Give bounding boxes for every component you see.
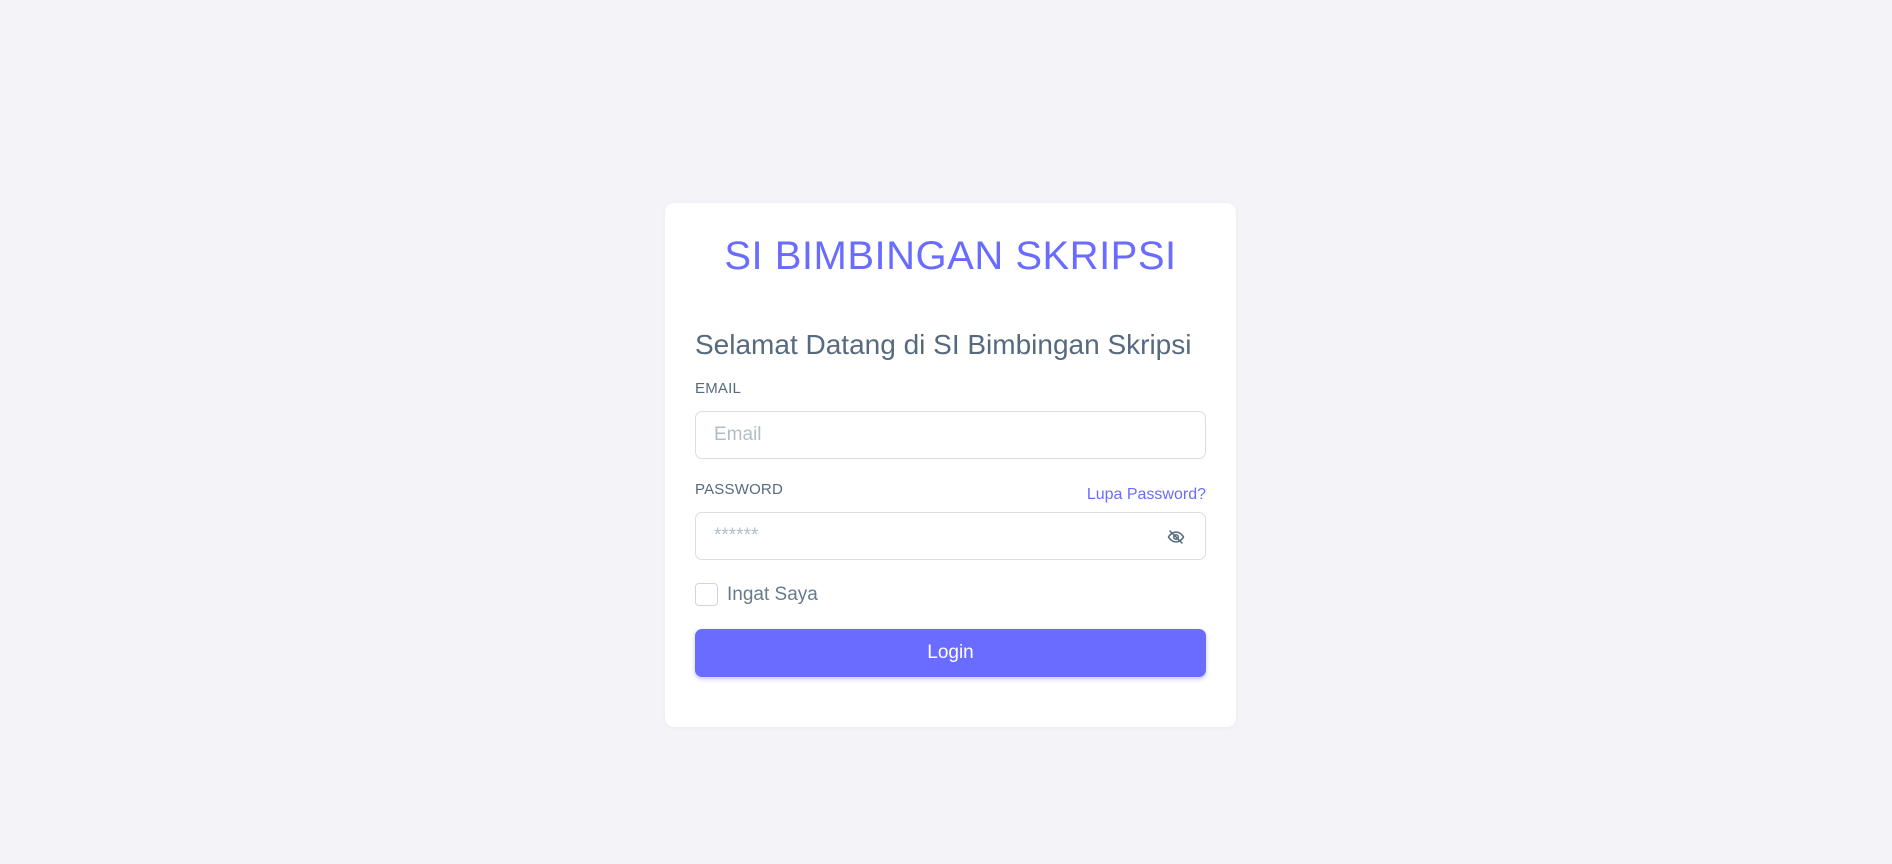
email-label: EMAIL (695, 380, 742, 397)
forgot-password-link[interactable]: Lupa Password? (1087, 486, 1206, 504)
eye-off-icon[interactable] (1165, 526, 1187, 548)
login-card: SI BIMBINGAN SKRIPSI Selamat Datang di S… (665, 203, 1236, 727)
remember-me[interactable]: Ingat Saya (695, 583, 818, 606)
password-label: PASSWORD (695, 481, 783, 498)
password-input[interactable] (696, 513, 1156, 559)
app-title: SI BIMBINGAN SKRIPSI (724, 234, 1177, 278)
remember-me-label: Ingat Saya (727, 584, 818, 605)
email-input[interactable] (696, 412, 1205, 458)
welcome-heading: Selamat Datang di SI Bimbingan Skripsi (695, 329, 1192, 360)
email-field-wrapper (695, 411, 1206, 459)
remember-me-checkbox[interactable] (695, 583, 718, 606)
password-field-wrapper (695, 512, 1206, 560)
login-button[interactable]: Login (695, 629, 1206, 677)
